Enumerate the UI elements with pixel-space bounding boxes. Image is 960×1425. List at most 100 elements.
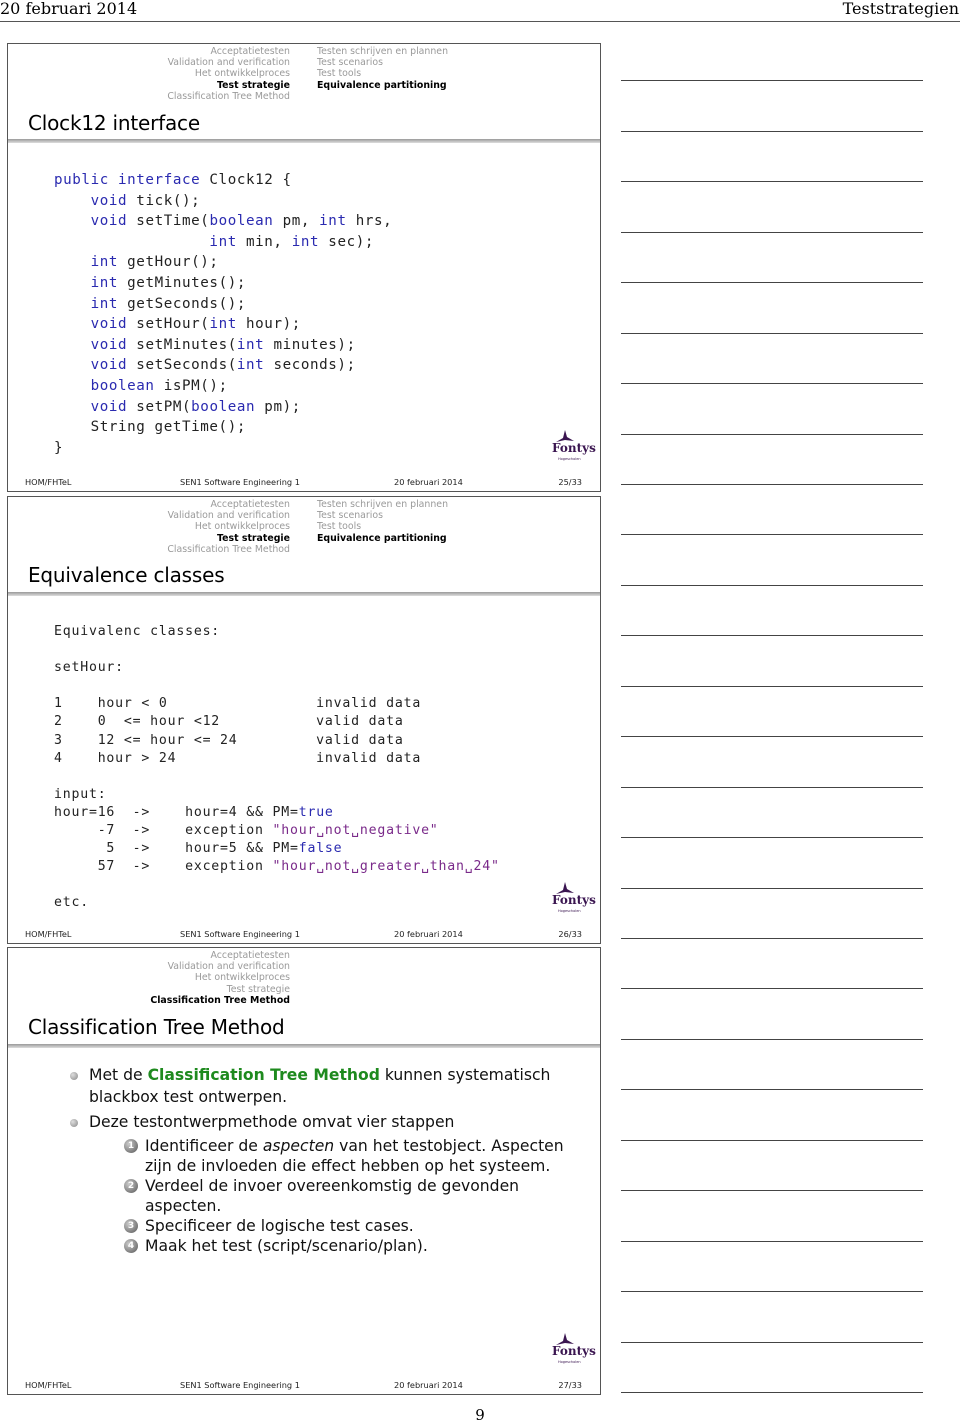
- text-run: aspecten: [262, 1136, 335, 1155]
- text-run: true: [298, 804, 334, 820]
- code-block: public interface Clock12 { void tick(); …: [54, 170, 392, 458]
- nav-sections: Acceptatietesten Validation and verificat…: [167, 499, 290, 555]
- nav-section-link[interactable]: Classification Tree Method: [167, 544, 290, 555]
- note-line: [621, 181, 923, 182]
- step-number-icon: 4: [124, 1238, 138, 1253]
- code-line: boolean isPM();: [54, 376, 392, 397]
- text-run: 57 -> exception: [54, 859, 273, 875]
- step-item: 4 Maak het test (script/scenario/plan).: [124, 1236, 590, 1256]
- code-line: void tick();: [54, 191, 392, 212]
- step-text: Verdeel de invoer overeenkomstig de gevo…: [145, 1177, 519, 1215]
- nav-sections: Acceptatietesten Validation and verificat…: [167, 46, 290, 102]
- slide-classification-tree-method: Acceptatietesten Validation and verificat…: [7, 947, 601, 1395]
- nav-section-link[interactable]: Validation and verification: [167, 57, 290, 68]
- nav-section-link[interactable]: Het ontwikkelproces: [167, 68, 290, 79]
- nav-subsection-link[interactable]: Testen schrijven en plannen: [317, 499, 448, 510]
- footer-author: HOM/FHTeL: [25, 929, 72, 939]
- note-line: [621, 1190, 923, 1191]
- nav-section-link[interactable]: Classification Tree Method: [167, 91, 290, 102]
- nav-section-link[interactable]: Acceptatietesten: [150, 950, 290, 961]
- nav-subsection-link[interactable]: Test scenarios: [317, 57, 448, 68]
- text-run: -7 -> exception: [54, 823, 273, 839]
- text-run: etc.: [54, 895, 89, 911]
- nav-subsection-link[interactable]: Equivalence partitioning: [317, 533, 448, 544]
- note-line: [621, 938, 923, 939]
- nav-subsection-link[interactable]: Test tools: [317, 68, 448, 79]
- code-line: 5 -> hour=5 && PM=false: [54, 840, 500, 858]
- code-block: Equivalenc classes: setHour: 1 hour < 0 …: [54, 623, 500, 913]
- nav-section-link[interactable]: Classification Tree Method: [150, 995, 290, 1006]
- text-run: min,: [236, 233, 292, 250]
- code-line: hour=16 -> hour=4 && PM=true: [54, 804, 500, 822]
- code-line: -7 -> exception "hour␣not␣negative": [54, 822, 500, 840]
- nav-subsection-link[interactable]: Testen schrijven en plannen: [317, 46, 448, 57]
- code-line: public interface Clock12 {: [54, 170, 392, 191]
- fontys-logo-subtext: Hogescholen: [558, 457, 581, 461]
- text-run: [54, 357, 91, 373]
- note-line: [621, 685, 923, 687]
- nav-section-link[interactable]: Test strategie: [167, 80, 290, 91]
- fontys-logo: Fontys Hogescholen: [548, 429, 596, 465]
- highlight-term: Classification Tree Method: [147, 1066, 380, 1084]
- page-number: 9: [475, 1406, 485, 1424]
- text-run: false: [298, 841, 343, 857]
- nav-section-link[interactable]: Acceptatietesten: [167, 46, 290, 57]
- note-line: [621, 1240, 923, 1242]
- code-line: void setHour(int hour);: [54, 314, 392, 335]
- bullet-item: Deze testontwerpmethode omvat vier stapp…: [70, 1112, 590, 1256]
- bullet-dot-icon: [70, 1119, 78, 1127]
- footer-author: HOM/FHTeL: [25, 477, 72, 487]
- text-run: 3 12 <= hour <= 24 valid data: [54, 732, 404, 748]
- text-run: [54, 193, 91, 209]
- nav-subsections: Testen schrijven en plannen Test scenario…: [317, 46, 448, 91]
- nav-subsection-link[interactable]: Test scenarios: [317, 510, 448, 521]
- text-run: minutes);: [264, 336, 356, 353]
- code-line: void setMinutes(int minutes);: [54, 335, 392, 356]
- nav-section-link[interactable]: Test strategie: [150, 984, 290, 995]
- text-run: "hour␣not␣greater␣than␣24": [272, 859, 500, 875]
- nav-section-link[interactable]: Het ontwikkelproces: [167, 521, 290, 532]
- nav-section-link[interactable]: Test strategie: [167, 533, 290, 544]
- footer-course: SEN1 Software Engineering 1: [180, 1380, 300, 1390]
- note-line: [621, 130, 923, 132]
- text-run: boolean: [191, 398, 256, 415]
- text-run: 4 hour > 24 invalid data: [54, 750, 422, 766]
- nav-section-link[interactable]: Validation and verification: [150, 961, 290, 972]
- code-line: }: [54, 438, 392, 459]
- nav-section-link[interactable]: Het ontwikkelproces: [150, 972, 290, 983]
- text-run: pm,: [273, 213, 320, 230]
- text-run: getSeconds();: [118, 295, 246, 312]
- step-text: Identificeer de aspecten van het testobj…: [145, 1137, 564, 1175]
- text-run: Clock12 {: [200, 172, 292, 188]
- text-run: "hour␣not␣negative": [272, 823, 439, 839]
- footer-course: SEN1 Software Engineering 1: [180, 477, 300, 487]
- nav-subsection-link[interactable]: Test tools: [317, 521, 448, 532]
- code-line: void setSeconds(int seconds);: [54, 355, 392, 376]
- slide-title: Clock12 interface: [28, 111, 200, 135]
- code-line: void setPM(boolean pm);: [54, 397, 392, 418]
- text-run: isPM();: [154, 377, 228, 394]
- step-number-icon: 2: [124, 1178, 138, 1193]
- step-list: 1 Identificeer de aspecten van het testob…: [89, 1136, 590, 1256]
- step-text: Maak het test (script/scenario/plan).: [145, 1237, 428, 1255]
- text-run: int: [209, 233, 237, 250]
- code-line: 2 0 <= hour <12 valid data: [54, 713, 500, 731]
- footer-date: 20 februari 2014: [394, 929, 463, 939]
- bullet-item: Met de Classification Tree Method kunnen…: [70, 1065, 590, 1108]
- text-run: void: [90, 398, 128, 415]
- nav-section-link[interactable]: Acceptatietesten: [167, 499, 290, 510]
- footer-page: 26/33: [558, 929, 582, 939]
- text-run: Met de: [89, 1066, 148, 1084]
- nav-subsection-link[interactable]: Equivalence partitioning: [317, 80, 448, 91]
- bullet-text: Deze testontwerpmethode omvat vier stapp…: [89, 1112, 590, 1134]
- note-line: [621, 433, 923, 435]
- note-line: [621, 736, 923, 737]
- text-run: input:: [54, 786, 107, 802]
- text-run: hour);: [236, 316, 301, 333]
- text-run: int: [319, 213, 347, 230]
- slide-clock12-interface: Acceptatietesten Validation and verificat…: [7, 43, 601, 492]
- nav-section-link[interactable]: Validation and verification: [167, 510, 290, 521]
- footer-author: HOM/FHTeL: [25, 1380, 72, 1390]
